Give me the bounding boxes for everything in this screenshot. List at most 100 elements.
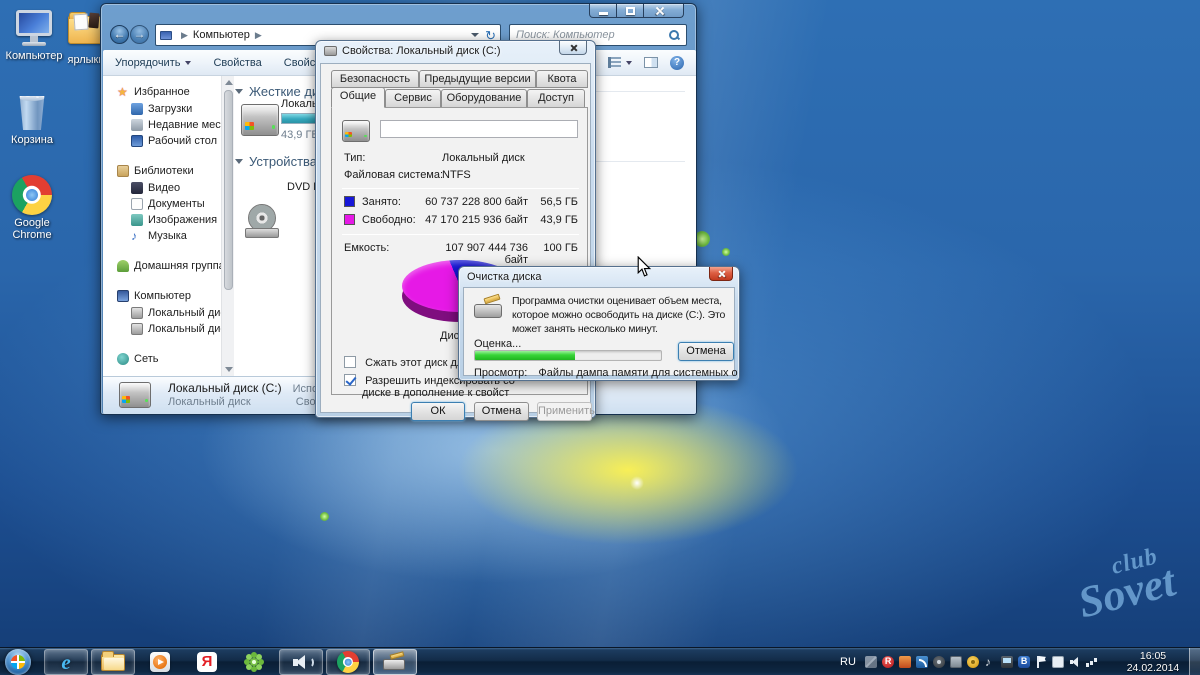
taskbar-clock[interactable]: 16:05 24.02.2014 [1118,650,1188,674]
sidebar-item-local-disk-c[interactable]: Локальный дис [131,307,221,319]
tray-volume-icon[interactable] [1069,656,1081,668]
organize-button[interactable]: Упорядочить [115,56,192,69]
tray-scheduler-icon[interactable] [1051,656,1064,668]
tab-general[interactable]: Общие [331,87,385,108]
speaker-icon [291,653,314,671]
dialog-title: Очистка диска [467,271,542,283]
tab-previous-versions[interactable]: Предыдущие версии [419,70,536,88]
sidebar-item-video[interactable]: Видео [131,182,180,194]
tray-updater-icon[interactable] [898,656,911,668]
tray-dual-display-icon[interactable] [1000,656,1013,668]
sidebar-item-documents[interactable]: Документы [131,198,205,210]
taskbar-media-player[interactable] [138,649,182,675]
scroll-up-icon[interactable] [225,80,233,85]
properties-button[interactable]: Свойства [213,57,261,69]
tray-cd-burner-icon[interactable] [966,656,979,668]
tray-network-disabled-icon[interactable] [864,656,877,668]
collapse-arrow-icon[interactable] [235,89,243,94]
apply-button[interactable]: Применить [537,402,595,421]
scroll-down-icon[interactable] [225,367,233,372]
search-icon [668,29,680,41]
taskbar-disk-cleanup[interactable] [373,649,417,675]
back-button[interactable]: ← [110,25,129,44]
tab-tools[interactable]: Сервис [385,89,441,108]
organize-label: Упорядочить [115,56,181,69]
tray-bluetooth-icon[interactable] [1017,656,1030,668]
tray-audio-app-icon[interactable] [984,655,996,669]
tab-sharing[interactable]: Доступ [527,89,585,108]
volume-label-input[interactable] [380,120,578,138]
sidebar-item-libraries[interactable]: Библиотеки [117,165,194,177]
forward-button[interactable]: → [130,25,149,44]
tray-network-signal-icon[interactable] [1085,656,1098,668]
sidebar-item-favorites[interactable]: ★ Избранное [117,86,190,98]
tray-camera-icon[interactable] [932,656,945,668]
taskbar-yandex[interactable] [185,649,229,675]
start-button[interactable] [5,649,31,675]
tray-display-icon[interactable] [949,656,962,668]
breadcrumb-chevron: ▶ [181,29,188,40]
details-drive-type: Локальный диск [168,396,251,408]
tab-security[interactable]: Безопасность [331,70,419,88]
hard-drive-icon[interactable] [241,104,279,136]
wallpaper-sparkle [320,512,329,521]
properties-label: Свойства [213,56,262,69]
close-button[interactable] [559,41,587,55]
tab-quota[interactable]: Квота [536,70,588,88]
sidebar-item-local-disk-d[interactable]: Локальный дис [131,323,221,335]
views-button[interactable] [608,57,632,68]
checkbox-icon[interactable] [344,356,356,368]
maximize-button[interactable] [617,4,644,18]
ok-button[interactable]: ОК [411,402,465,421]
watermark-line2: Sovet [1073,556,1181,628]
preview-pane-icon[interactable] [644,57,658,68]
checkbox-checked-icon[interactable] [344,374,356,386]
cancel-button[interactable]: Отмена [474,402,529,421]
video-icon [131,182,143,194]
sidebar-item-pictures[interactable]: Изображения [131,214,217,226]
desktop-icon-chrome[interactable]: Google Chrome [0,175,64,241]
sidebar-item-computer[interactable]: Компьютер [117,290,191,302]
used-legend-swatch [344,196,355,207]
documents-icon [131,198,143,210]
address-dropdown-icon[interactable] [471,33,480,37]
taskbar-windows-explorer[interactable] [91,649,135,675]
sidebar-item-downloads[interactable]: Загрузки [131,103,192,115]
help-icon[interactable]: ? [670,55,684,70]
tab-hardware[interactable]: Оборудование [441,89,527,108]
collapse-arrow-icon[interactable] [235,159,243,164]
cleanup-progress-bar [474,350,662,361]
desktop-icon-recycle-bin[interactable]: Корзина [0,92,64,146]
minimize-button[interactable] [589,4,617,18]
taskbar-chrome[interactable] [326,649,370,675]
sidebar-item-recent[interactable]: Недавние места [131,119,221,131]
taskbar-internet-explorer[interactable] [44,649,88,675]
folder-icon [101,650,125,671]
media-player-icon [150,652,170,672]
computer-icon [12,8,56,48]
preview-label: Просмотр: [474,367,528,379]
tray-action-center-icon[interactable] [1035,656,1047,668]
close-button[interactable] [644,4,684,18]
chevron-down-icon [626,60,632,65]
sidebar-item-desktop[interactable]: Рабочий стол [131,135,217,147]
taskbar-icq[interactable] [232,649,276,675]
sidebar-scrollbar[interactable] [221,76,234,376]
show-desktop-button[interactable] [1189,648,1200,675]
libraries-icon [117,165,129,177]
close-button[interactable] [709,267,733,281]
mouse-cursor [637,256,652,277]
taskbar-volume-mixer[interactable] [279,649,323,675]
sidebar-item-music[interactable]: ♪ Музыка [131,230,187,242]
tray-antivirus-icon[interactable] [881,656,894,668]
index-checkbox-line2: диске в дополнение к свойст [362,387,510,399]
sidebar-item-network[interactable]: Сеть [117,353,158,365]
tray-wifi-icon[interactable] [915,656,928,668]
breadcrumb[interactable]: Компьютер [193,29,250,41]
sidebar-item-homegroup[interactable]: Домашняя группа [117,260,221,272]
free-legend-swatch [344,214,355,225]
scrollbar-thumb[interactable] [224,90,233,290]
language-indicator[interactable]: RU [840,656,856,668]
cleanup-cancel-button[interactable]: Отмена [678,342,734,361]
dvd-drive-icon[interactable] [245,204,281,240]
